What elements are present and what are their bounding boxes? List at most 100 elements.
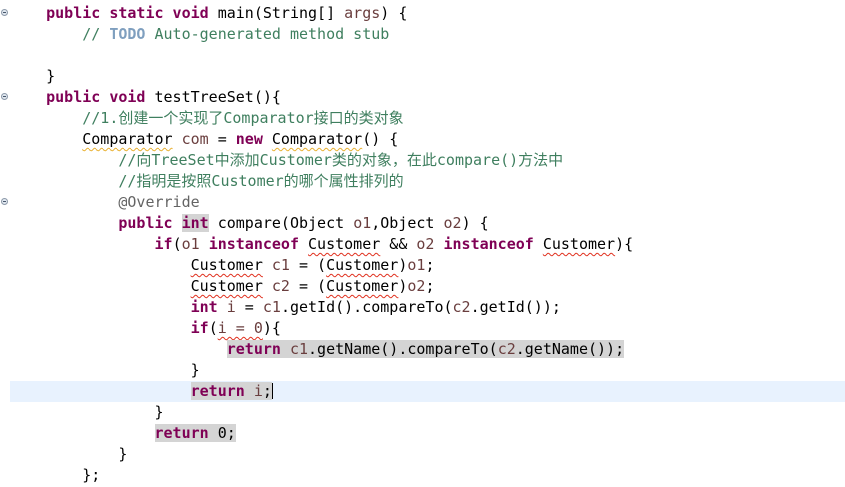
code-token: o2 [407,277,426,295]
code-line[interactable]: // TODO Auto-generated method stub [10,24,845,45]
code-token: public static void [46,4,209,22]
code-token: main(String[] [208,4,345,22]
code-token: () { [362,130,399,148]
code-line[interactable]: //1.创建一个实现了Comparator接口的类对象 [10,108,845,129]
code-token: instanceof [208,235,299,253]
code-token: Customer [190,256,263,274]
code-token: i [226,298,236,316]
code-token: } [154,403,164,421]
code-line-current[interactable]: return i; [10,381,845,402]
code-line[interactable]: return c1.getName().compareTo(c2.getName… [10,339,845,360]
code-token: ) { [461,214,489,232]
code-token: Auto-generated method stub [145,25,390,43]
code-token: } [190,361,200,379]
code-token: //指明是按照Customer的哪个属性排列的 [118,172,404,190]
code-token [280,340,290,358]
code-line[interactable]: if(o1 instanceof Customer && o2 instance… [10,234,845,255]
code-token: = ( [289,277,327,295]
code-line[interactable]: } [10,360,845,381]
code-line[interactable]: } [10,66,845,87]
code-token: if [154,235,173,253]
code-line[interactable]: } [10,402,845,423]
code-token: // [82,25,110,43]
code-line[interactable]: int i = c1.getId().compareTo(c2.getId())… [10,297,845,318]
code-token: i [253,382,263,400]
code-line[interactable]: public int compare(Object o1,Object o2) … [10,213,845,234]
code-token: @Override [118,193,200,211]
code-token: 0; [208,424,236,442]
code-token: compare(Object [208,214,354,232]
code-line[interactable]: Customer c2 = (Customer)o2; [10,276,845,297]
code-token: instanceof [443,235,534,253]
code-token: Comparator [82,130,173,148]
code-token: return [226,340,281,358]
code-token: public [118,214,173,232]
code-line[interactable]: public static void main(String[] args) { [10,3,845,24]
code-line[interactable]: @Override [10,192,845,213]
code-token: if [190,319,209,337]
code-token: Comparator [271,130,363,148]
code-token [244,382,254,400]
code-token: o1 [181,235,200,253]
code-token: new [235,130,263,148]
code-token: Customer [542,235,616,253]
code-token: Customer [326,256,399,274]
code-token: ; [425,277,435,295]
code-token: Customer [308,235,381,253]
code-token: }; [82,466,101,484]
code-token: int [190,298,218,316]
code-token: o2 [416,235,435,253]
code-token: } [46,67,56,85]
code-line[interactable]: return 0; [10,423,845,444]
code-token: ( [172,235,182,253]
code-line[interactable]: } [10,444,845,465]
code-line[interactable]: //指明是按照Customer的哪个属性排列的 [10,171,845,192]
code-line[interactable]: Comparator com = new Comparator() { [10,129,845,150]
code-token: && [380,235,417,253]
code-token: args [344,4,381,22]
code-token: int [181,214,209,232]
code-line[interactable]: //向TreeSet中添加Customer类的对象，在此compare()方法中 [10,150,845,171]
code-token: TODO [109,25,146,43]
code-line[interactable] [10,45,845,66]
code-line[interactable]: public void testTreeSet(){ [10,87,845,108]
code-token: .getId()); [470,298,561,316]
text-caret [271,383,273,399]
code-line[interactable]: Customer c1 = (Customer)o1; [10,255,845,276]
code-token: c1 [289,340,309,358]
code-token: Customer [190,277,263,295]
code-token: = ( [289,256,327,274]
code-token: c2 [271,277,290,295]
code-line[interactable]: if(i = 0){ [10,318,845,339]
code-token: ) { [380,4,408,22]
code-line[interactable]: }; [10,465,845,486]
code-token: return [154,424,209,442]
code-token: Customer [326,277,399,295]
code-token: return [190,382,245,400]
code-editor[interactable]: public static void main(String[] args) {… [0,0,845,487]
code-token: c1 [271,256,290,274]
code-token: c1 [262,298,281,316]
